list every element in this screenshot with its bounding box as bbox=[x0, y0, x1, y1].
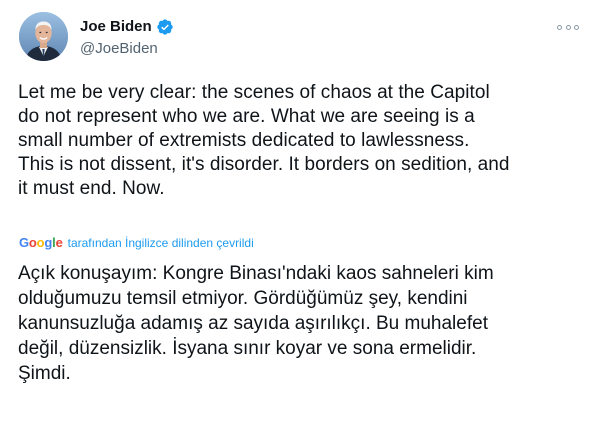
more-dot bbox=[565, 24, 571, 30]
translated-text-line: olduğumuzu temsil etmiyor. Gördüğümüz şe… bbox=[18, 288, 468, 309]
verified-badge-icon bbox=[156, 18, 174, 36]
avatar[interactable] bbox=[19, 12, 68, 61]
google-logo-letter: e bbox=[55, 235, 63, 250]
tweet-text-line: This is not dissent, it's disorder. It b… bbox=[18, 154, 510, 175]
tweet-text-line: do not represent who we are. What we are… bbox=[18, 106, 475, 127]
google-logo-letter: o bbox=[28, 235, 37, 250]
translated-by-google[interactable]: Google tarafından İngilizce dilinden çev… bbox=[19, 234, 254, 252]
author-block: Joe Biden @JoeBiden bbox=[80, 17, 174, 59]
google-logo: Google bbox=[19, 234, 63, 252]
translated-text-line: Şimdi. bbox=[18, 363, 71, 384]
more-options-icon[interactable] bbox=[557, 22, 579, 32]
tweet-text-line: small number of extremists dedicated to … bbox=[18, 130, 470, 151]
translation-attribution-link[interactable]: tarafından İngilizce dilinden çevrildi bbox=[68, 234, 254, 252]
tweet-text-line: Let me be very clear: the scenes of chao… bbox=[18, 82, 490, 103]
google-logo-letter: g bbox=[44, 235, 53, 250]
author-handle[interactable]: @JoeBiden bbox=[80, 39, 174, 59]
tweet-header: Joe Biden @JoeBiden bbox=[19, 12, 579, 68]
tweet-text-line: it must end. Now. bbox=[18, 178, 165, 199]
translated-text-line: Açık konuşayım: Kongre Binası'ndaki kaos… bbox=[18, 263, 494, 284]
translated-tweet-text: Açık konuşayım: Kongre Binası'ndaki kaos… bbox=[18, 261, 583, 386]
more-dot bbox=[557, 24, 562, 30]
author-display-name[interactable]: Joe Biden bbox=[80, 17, 152, 37]
translated-text-line: kanunsuzluğa adamış az sayıda aşırılıkçı… bbox=[18, 313, 488, 334]
google-logo-letter: G bbox=[19, 235, 29, 250]
tweet-text: Let me be very clear: the scenes of chao… bbox=[18, 81, 583, 201]
more-dot bbox=[574, 24, 579, 30]
name-row: Joe Biden bbox=[80, 17, 174, 37]
translated-text-line: değil, düzensizlik. İsyana sınır koyar v… bbox=[18, 338, 477, 359]
tweet-card: Joe Biden @JoeBiden Let me be very clear… bbox=[0, 0, 593, 421]
